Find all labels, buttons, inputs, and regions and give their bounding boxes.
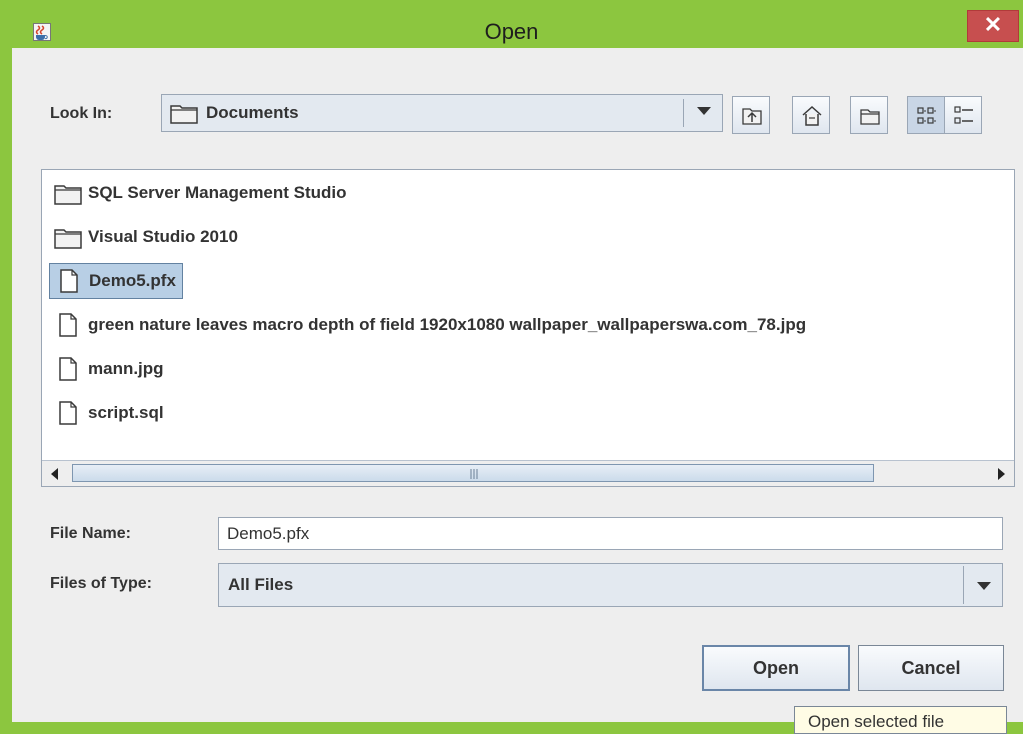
file-icon: [59, 313, 77, 337]
open-button[interactable]: Open: [702, 645, 850, 691]
look-in-value: Documents: [206, 103, 299, 122]
file-name: Visual Studio 2010: [88, 227, 238, 246]
file-name-input[interactable]: [218, 517, 1003, 550]
file-name: green nature leaves macro depth of field…: [88, 315, 807, 334]
list-item-file[interactable]: green nature leaves macro depth of field…: [54, 307, 806, 343]
file-name: Demo5.pfx: [89, 271, 176, 290]
details-view-button[interactable]: [944, 96, 982, 134]
folder-up-icon: [742, 108, 762, 125]
list-view-button[interactable]: [907, 96, 945, 134]
list-item-folder[interactable]: SQL Server Management Studio: [54, 175, 347, 211]
look-in-label: Look In:: [50, 105, 113, 122]
open-dialog-window: Open ✕ Look In: Documents SQL Server Man…: [0, 0, 1023, 734]
list-view-icon: [917, 107, 936, 124]
chevron-down-icon[interactable]: [695, 105, 713, 117]
scroll-right-icon[interactable]: [996, 467, 1006, 481]
list-item-folder[interactable]: Visual Studio 2010: [54, 219, 238, 255]
list-item-file[interactable]: mann.jpg: [54, 351, 164, 387]
close-button[interactable]: ✕: [967, 10, 1019, 42]
chevron-down-icon[interactable]: [975, 580, 993, 592]
file-icon: [59, 357, 77, 381]
file-icon: [60, 269, 78, 293]
dialog-content: Look In: Documents SQL Server Management…: [12, 48, 1023, 722]
combo-divider: [963, 566, 964, 604]
horizontal-scrollbar[interactable]: [42, 460, 1014, 486]
new-folder-icon: [860, 109, 880, 125]
scroll-left-icon[interactable]: [50, 467, 60, 481]
scrollbar-thumb[interactable]: [72, 464, 874, 482]
file-name: SQL Server Management Studio: [88, 183, 347, 202]
close-icon: ✕: [983, 12, 1003, 37]
grip-icon: [470, 469, 478, 479]
home-button[interactable]: [792, 96, 830, 134]
window-title: Open: [484, 19, 539, 44]
folder-icon: [54, 229, 82, 249]
file-name: mann.jpg: [88, 359, 164, 378]
cancel-button[interactable]: Cancel: [858, 645, 1004, 691]
files-of-type-label: Files of Type:: [50, 575, 152, 592]
details-view-icon: [954, 106, 973, 124]
list-item-file[interactable]: script.sql: [54, 395, 164, 431]
title-bar[interactable]: Open ✕: [0, 0, 1023, 44]
up-one-level-button[interactable]: [732, 96, 770, 134]
file-icon: [59, 401, 77, 425]
file-name-label: File Name:: [50, 525, 131, 542]
combo-divider: [683, 99, 684, 127]
folder-icon: [170, 105, 198, 124]
files-of-type-combo[interactable]: All Files: [218, 563, 1003, 607]
files-of-type-value: All Files: [228, 575, 294, 594]
folder-icon: [54, 185, 82, 205]
open-button-tooltip: Open selected file: [794, 706, 1007, 734]
file-name: script.sql: [88, 403, 164, 422]
look-in-combo[interactable]: Documents: [161, 94, 723, 132]
list-item-file-selected[interactable]: Demo5.pfx: [49, 263, 183, 299]
home-icon: [802, 105, 822, 126]
file-list[interactable]: SQL Server Management Studio Visual Stud…: [41, 169, 1015, 487]
new-folder-button[interactable]: [850, 96, 888, 134]
